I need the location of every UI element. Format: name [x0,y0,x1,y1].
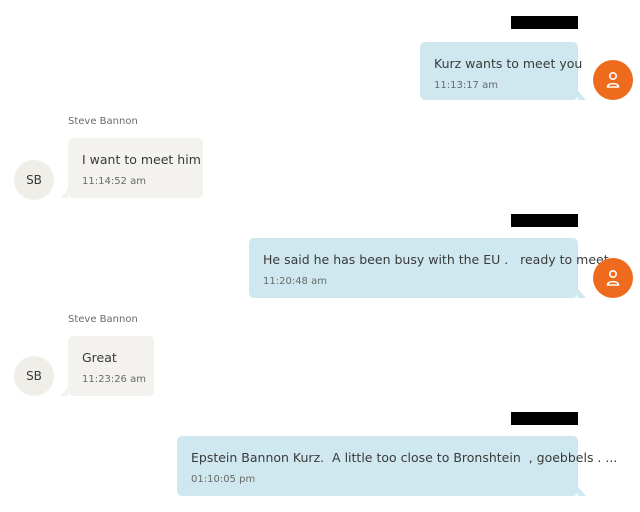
message-bubble-outgoing: He said he has been busy with the EU . r… [249,238,609,298]
message-timestamp: 11:13:17 am [434,80,498,91]
message-timestamp: 11:23:26 am [82,374,146,385]
message-timestamp: 11:14:52 am [82,176,146,187]
message-bubble-incoming: Great 11:23:26 am [60,336,154,396]
sender-name: Steve Bannon [68,314,138,325]
chat-screen: Kurz wants to meet you 11:13:17 am Steve… [0,0,640,512]
contact-avatar[interactable]: SB [14,356,54,396]
message-bubble-incoming: I want to meet him 11:14:52 am [60,138,203,198]
message-text: I want to meet him [82,152,201,167]
message-text: Kurz wants to meet you [434,56,583,71]
person-icon [606,269,620,286]
person-icon [606,71,620,88]
user-avatar[interactable] [593,258,633,298]
message-text: Great [82,350,117,365]
message-text: He said he has been busy with the EU . r… [263,252,609,267]
redacted-sender-name [511,412,578,425]
redacted-sender-name [511,214,578,227]
redacted-sender-name [511,16,578,29]
message-bubble-outgoing: Kurz wants to meet you 11:13:17 am [420,42,586,100]
message-timestamp: 01:10:05 pm [191,474,256,485]
user-avatar[interactable] [593,60,633,100]
message-bubble-outgoing: Epstein Bannon Kurz. A little too close … [177,436,617,496]
message-timestamp: 11:20:48 am [263,276,327,287]
contact-avatar[interactable]: SB [14,160,54,200]
sender-name: Steve Bannon [68,116,138,127]
message-text: Epstein Bannon Kurz. A little too close … [191,450,618,465]
